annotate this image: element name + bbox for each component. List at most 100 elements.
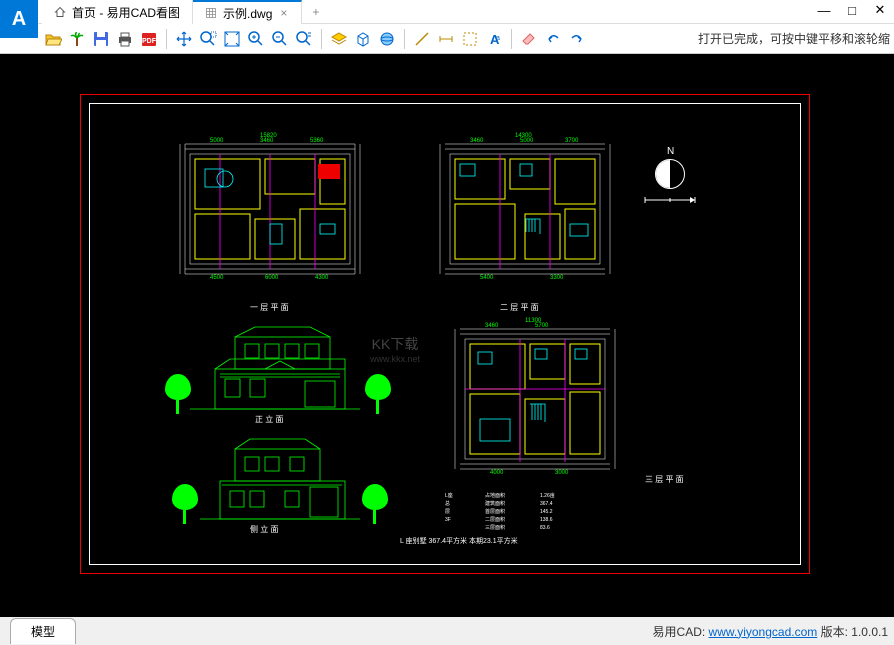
svg-text:6000: 6000 xyxy=(265,275,279,281)
plan1-label: 一 层 平 面 xyxy=(250,302,289,313)
svg-text:3460: 3460 xyxy=(470,138,484,144)
plan3-label: 三 层 平 面 xyxy=(645,474,684,485)
drawing-canvas[interactable]: 500034605360 15820 450060004300 一 层 平 面 xyxy=(0,54,894,617)
open-button[interactable] xyxy=(42,28,64,50)
svg-text:3700: 3700 xyxy=(565,138,579,144)
compass-icon: N xyxy=(655,159,685,189)
model-tab[interactable]: 模型 xyxy=(10,618,76,644)
app-icon: A xyxy=(0,0,38,38)
minimize-button[interactable]: — xyxy=(810,0,838,20)
tree-icon xyxy=(362,484,392,524)
drawing-border: 500034605360 15820 450060004300 一 层 平 面 xyxy=(80,94,810,574)
measure-icon xyxy=(437,30,455,48)
separator xyxy=(511,29,512,49)
zoom-window-button[interactable] xyxy=(197,28,219,50)
svg-text:83.6: 83.6 xyxy=(540,525,550,531)
cube-icon xyxy=(354,30,372,48)
pdf-button[interactable]: PDF xyxy=(138,28,160,50)
separator xyxy=(166,29,167,49)
area-icon xyxy=(461,30,479,48)
elevation-2 xyxy=(190,429,370,524)
status-info: 易用CAD: www.yiyongcad.com 版本: 1.0.0.1 xyxy=(653,623,888,640)
palm-tree-icon xyxy=(68,30,86,48)
version-label: 版本: xyxy=(821,625,848,639)
undo-icon xyxy=(544,30,562,48)
compass-north-label: N xyxy=(667,146,674,157)
svg-text:二层面积: 二层面积 xyxy=(485,516,505,523)
zoom-out-icon xyxy=(271,30,289,48)
printer-icon xyxy=(116,30,134,48)
statusbar: 模型 易用CAD: www.yiyongcad.com 版本: 1.0.0.1 xyxy=(0,617,894,645)
floppy-icon xyxy=(92,30,110,48)
watermark-text: KK下载 xyxy=(370,334,420,354)
erase-button[interactable] xyxy=(518,28,540,50)
svg-text:145.2: 145.2 xyxy=(540,509,553,515)
pdf-icon: PDF xyxy=(140,31,158,47)
window-controls: — □ ✕ xyxy=(810,0,894,20)
tab-add-button[interactable]: + xyxy=(302,0,329,24)
toolbar: PDF Aa 打开已完成，可按中键平移和滚轮缩 xyxy=(0,24,894,54)
watermark: KK下载 www.kkx.net xyxy=(370,334,420,364)
titlebar: 首页 - 易用CAD看图 示例.dwg × + — □ ✕ xyxy=(0,0,894,24)
area-button[interactable] xyxy=(459,28,481,50)
elev2-label: 侧 立 面 xyxy=(250,524,278,535)
svg-text:4300: 4300 xyxy=(315,275,329,281)
zoom-extents-button[interactable] xyxy=(221,28,243,50)
tab-close-icon[interactable]: × xyxy=(278,6,289,20)
pan-button[interactable] xyxy=(173,28,195,50)
svg-text:15820: 15820 xyxy=(260,133,277,139)
svg-text:总: 总 xyxy=(445,500,450,507)
svg-text:三层面积: 三层面积 xyxy=(485,524,505,531)
sphere-icon xyxy=(378,30,396,48)
3d-view-button[interactable] xyxy=(352,28,374,50)
scale-bar xyxy=(640,194,700,206)
tab-home[interactable]: 首页 - 易用CAD看图 xyxy=(42,0,193,24)
svg-text:首层面积: 首层面积 xyxy=(485,508,505,515)
text-button[interactable]: Aa xyxy=(483,28,505,50)
version-value: 1.0.0.1 xyxy=(851,625,888,639)
zoom-in-button[interactable] xyxy=(245,28,267,50)
plan2-label: 二 层 平 面 xyxy=(500,302,539,313)
svg-text:5360: 5360 xyxy=(310,138,324,144)
svg-text:4500: 4500 xyxy=(210,275,224,281)
svg-text:层: 层 xyxy=(445,509,450,515)
layers-button[interactable] xyxy=(328,28,350,50)
svg-text:3000: 3000 xyxy=(555,470,569,476)
info-table: L座占地面积1.26亩 总建筑面积367.4 层首层面积145.2 3F二层面积… xyxy=(440,489,600,539)
redo-button[interactable] xyxy=(566,28,588,50)
measure-button[interactable] xyxy=(435,28,457,50)
tab-file[interactable]: 示例.dwg × xyxy=(193,0,302,24)
floorplan-2: 346050003700 14300 54003300 xyxy=(430,124,620,294)
zoom-out-button[interactable] xyxy=(269,28,291,50)
brand-link[interactable]: www.yiyongcad.com xyxy=(709,625,818,639)
zoom-in-icon xyxy=(247,30,265,48)
toolbar-message: 打开已完成，可按中键平移和滚轮缩 xyxy=(698,30,890,47)
text-icon: Aa xyxy=(485,30,503,48)
zoom-realtime-button[interactable] xyxy=(293,28,315,50)
floorplan-3: 3460570011300 40003000 xyxy=(440,314,630,484)
close-button[interactable]: ✕ xyxy=(866,0,894,20)
print-button[interactable] xyxy=(114,28,136,50)
undo-button[interactable] xyxy=(542,28,564,50)
home-icon xyxy=(54,6,66,18)
svg-text:占地面积: 占地面积 xyxy=(485,492,505,499)
palm-button[interactable] xyxy=(66,28,88,50)
area-summary: L 座别墅 367.4平方米 本期23.1平方米 xyxy=(400,536,518,546)
save-button[interactable] xyxy=(90,28,112,50)
svg-text:4000: 4000 xyxy=(490,470,504,476)
tab-strip: 首页 - 易用CAD看图 示例.dwg × + xyxy=(42,0,329,24)
svg-text:3460: 3460 xyxy=(485,323,499,329)
svg-text:138.6: 138.6 xyxy=(540,517,553,523)
svg-text:a: a xyxy=(496,35,500,42)
line-tool-button[interactable] xyxy=(411,28,433,50)
move-icon xyxy=(175,30,193,48)
svg-text:5400: 5400 xyxy=(480,275,494,281)
maximize-button[interactable]: □ xyxy=(838,0,866,20)
elev1-label: 正 立 面 xyxy=(255,414,283,425)
floorplan-1: 500034605360 15820 450060004300 xyxy=(170,124,370,294)
render-button[interactable] xyxy=(376,28,398,50)
layers-icon xyxy=(330,30,348,48)
separator xyxy=(321,29,322,49)
tree-icon xyxy=(165,374,195,414)
svg-text:建筑面积: 建筑面积 xyxy=(485,500,505,507)
